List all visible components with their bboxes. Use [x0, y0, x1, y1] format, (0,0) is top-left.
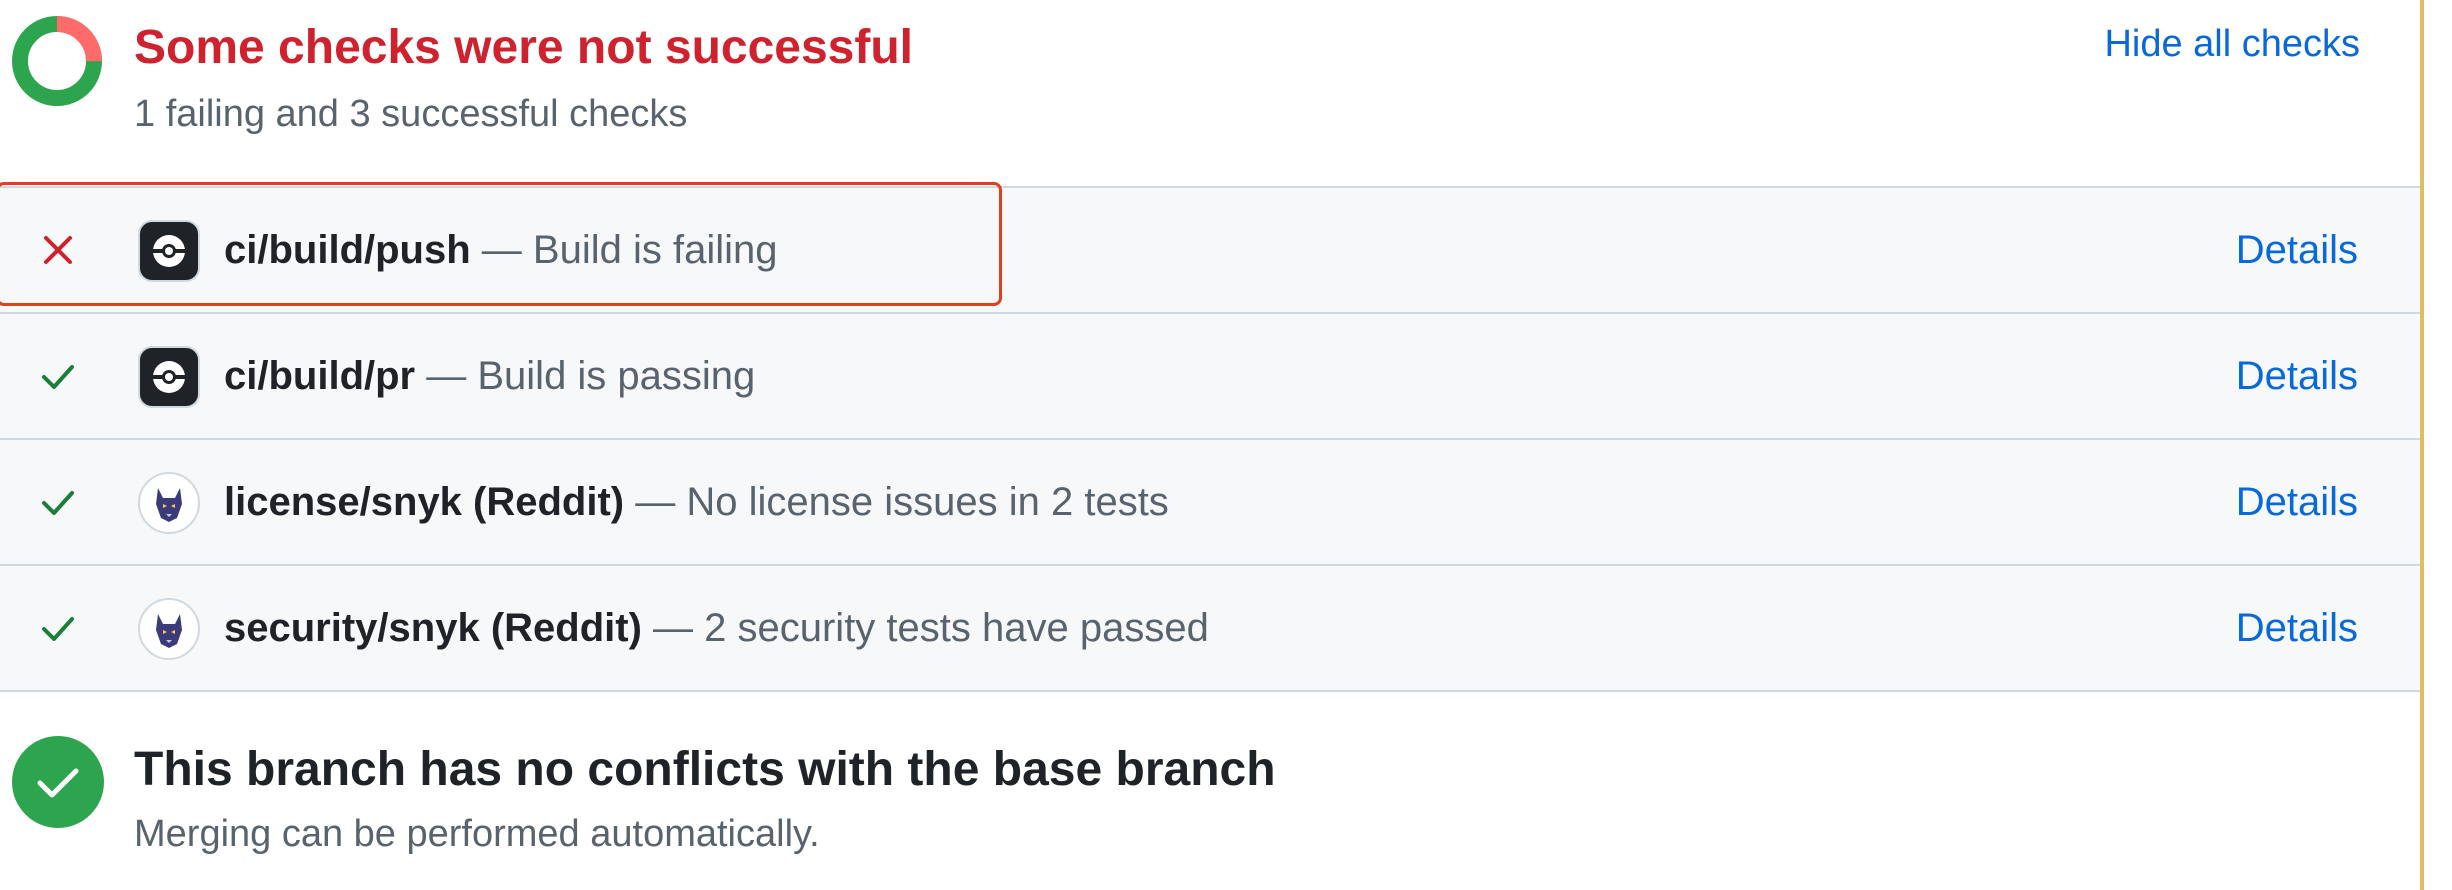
details-link[interactable]: Details — [2236, 224, 2358, 276]
snyk-icon — [138, 472, 200, 534]
check-name: ci/build/push — [224, 228, 471, 272]
x-icon — [44, 236, 72, 264]
checks-donut-icon — [12, 16, 102, 106]
details-link[interactable]: Details — [2236, 350, 2358, 402]
check-description: — Build is passing — [426, 354, 756, 398]
merge-box: Some checks were not successful 1 failin… — [0, 0, 2452, 890]
checks-list: ci/build/push — Build is failing Details… — [0, 186, 2420, 692]
merge-status-title: This branch has no conflicts with the ba… — [134, 743, 1276, 796]
check-name: license/snyk (Reddit) — [224, 480, 625, 524]
check-text: security/snyk (Reddit) — 2 security test… — [224, 602, 1209, 654]
details-link[interactable]: Details — [2236, 602, 2358, 654]
check-text: license/snyk (Reddit) — No license issue… — [224, 476, 1169, 528]
check-text: ci/build/pr — Build is passing — [224, 350, 755, 402]
check-row: license/snyk (Reddit) — No license issue… — [0, 438, 2420, 564]
merge-status: This branch has no conflicts with the ba… — [0, 694, 2420, 890]
check-row: ci/build/pr — Build is passing Details — [0, 312, 2420, 438]
check-name: security/snyk (Reddit) — [224, 606, 642, 650]
check-text: ci/build/push — Build is failing — [224, 224, 777, 276]
check-description: — No license issues in 2 tests — [635, 480, 1169, 524]
check-row: ci/build/push — Build is failing Details — [0, 186, 2420, 312]
details-link[interactable]: Details — [2236, 476, 2358, 528]
build-app-icon — [138, 346, 200, 408]
check-description: — 2 security tests have passed — [653, 606, 1209, 650]
check-row: security/snyk (Reddit) — 2 security test… — [0, 564, 2420, 692]
build-app-icon — [138, 220, 200, 282]
checks-summary: Some checks were not successful 1 failin… — [0, 0, 2420, 186]
check-description: — Build is failing — [481, 228, 778, 272]
page-background — [2424, 0, 2452, 890]
check-name: ci/build/pr — [224, 354, 416, 398]
check-icon — [42, 365, 74, 389]
check-icon — [42, 491, 74, 515]
hide-all-checks-link[interactable]: Hide all checks — [2104, 18, 2360, 70]
checks-summary-title: Some checks were not successful — [134, 21, 914, 74]
check-circle-icon — [12, 736, 104, 828]
merge-status-subtitle: Merging can be performed automatically. — [134, 813, 820, 855]
snyk-icon — [138, 598, 200, 660]
checks-summary-subtitle: 1 failing and 3 successful checks — [134, 93, 688, 135]
check-icon — [42, 617, 74, 641]
